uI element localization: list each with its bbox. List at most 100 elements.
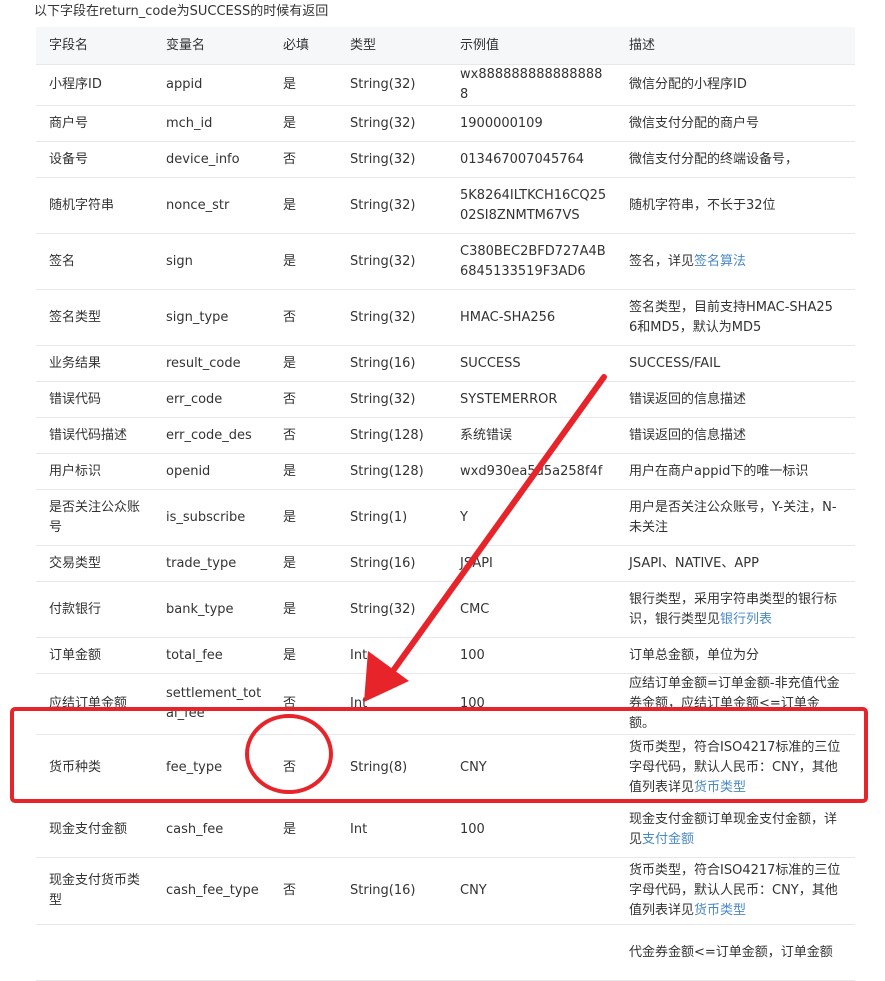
- cell-description: 微信支付分配的商户号: [616, 105, 855, 142]
- table-row: 设备号 device_info 否 String(32) 013467007045764…: [36, 141, 855, 178]
- cell-required: 否: [270, 673, 337, 735]
- cell-type: String(32): [337, 177, 447, 234]
- cell-field-name: 签名类型: [36, 289, 153, 346]
- cell-example: 100: [447, 637, 616, 674]
- cell-required: 是: [270, 801, 337, 858]
- cell-description: 用户是否关注公众账号，Y-关注，N-未关注: [616, 489, 855, 546]
- cell-type: String(32): [337, 141, 447, 178]
- cell-description: 错误返回的信息描述: [616, 417, 855, 454]
- cell-description: 代金券金额<=订单金额，订单金额: [616, 924, 855, 981]
- cell-field-name: 小程序ID: [36, 64, 153, 106]
- cell-example: Y: [447, 489, 616, 546]
- cell-variable-name: bank_type: [153, 581, 270, 638]
- cell-type: Int: [337, 637, 447, 674]
- cell-description: JSAPI、NATIVE、APP: [616, 545, 855, 582]
- table-row: 付款银行 bank_type 是 String(32) CMC 银行类型，采用字符串类型的…: [36, 581, 855, 638]
- cell-required: 是: [270, 105, 337, 142]
- description-text: 错误返回的信息描述: [629, 391, 747, 407]
- header-row: 字段名 变量名 必填 类型 示例值 描述: [36, 27, 855, 65]
- cell-field-name: 是否关注公众账号: [36, 489, 153, 546]
- description-text: JSAPI、NATIVE、APP: [629, 555, 759, 571]
- cell-variable-name: settlement_total_fee: [153, 673, 270, 735]
- table-row: 订单金额 total_fee 是 Int 100 订单总金额，单位为分: [36, 637, 855, 674]
- cell-example: 013467007045764: [447, 141, 616, 178]
- table-row: 货币种类 fee_type 否 String(8) CNY 货币类型，符合ISO4217标…: [36, 734, 855, 802]
- description-link[interactable]: 签名算法: [694, 254, 746, 269]
- cell-required: 是: [270, 545, 337, 582]
- cell-field-name: 现金支付金额: [36, 801, 153, 858]
- cell-variable-name: nonce_str: [153, 177, 270, 234]
- cell-required: 否: [270, 417, 337, 454]
- description-text: 微信支付分配的商户号: [629, 115, 760, 131]
- cell-type: Int: [337, 801, 447, 858]
- cell-required: 否: [270, 857, 337, 925]
- cell-variable-name: trade_type: [153, 545, 270, 582]
- table-row: 现金支付货币类型 cash_fee_type 否 String(16) CNY 货币类型，…: [36, 857, 855, 925]
- cell-example: 系统错误: [447, 417, 616, 454]
- cell-variable-name: sign: [153, 233, 270, 290]
- cell-example: 100: [447, 673, 616, 735]
- description-link[interactable]: 货币类型: [694, 780, 746, 795]
- header-field-name: 字段名: [36, 27, 153, 65]
- table-row: 是否关注公众账号 is_subscribe 是 String(1) Y 用户是否关注公众账…: [36, 489, 855, 546]
- return-fields-table-container: 字段名 变量名 必填 类型 示例值 描述 小程序ID appid 是 String(3…: [36, 27, 855, 981]
- cell-example: HMAC-SHA256: [447, 289, 616, 346]
- cell-field-name: 商户号: [36, 105, 153, 142]
- cell-variable-name: device_info: [153, 141, 270, 178]
- description-link[interactable]: 支付金额: [642, 832, 694, 847]
- cell-required: 是: [270, 637, 337, 674]
- cell-description: 微信支付分配的终端设备号，: [616, 141, 855, 178]
- cell-example: 1900000109: [447, 105, 616, 142]
- cell-description: SUCCESS/FAIL: [616, 345, 855, 382]
- description-text: 随机字符串，不长于32位: [629, 197, 776, 213]
- cell-description: 错误返回的信息描述: [616, 381, 855, 418]
- intro-text: 以下字段在return_code为SUCCESS的时候有返回: [34, 4, 329, 19]
- cell-field-name: 交易类型: [36, 545, 153, 582]
- cell-required: [270, 924, 337, 981]
- cell-example: CMC: [447, 581, 616, 638]
- cell-required: 否: [270, 734, 337, 802]
- cell-field-name: 错误代码: [36, 381, 153, 418]
- cell-example: CNY: [447, 734, 616, 802]
- description-link[interactable]: 货币类型: [694, 903, 746, 918]
- cell-type: String(32): [337, 233, 447, 290]
- cell-required: 否: [270, 141, 337, 178]
- cell-description: 应结订单金额=订单金额-非充值代金券金额，应结订单金额<=订单金额。: [616, 673, 855, 735]
- header-example: 示例值: [447, 27, 616, 65]
- cell-description: 订单总金额，单位为分: [616, 637, 855, 674]
- cell-field-name: 货币种类: [36, 734, 153, 802]
- cell-field-name: 付款银行: [36, 581, 153, 638]
- description-text: 订单总金额，单位为分: [629, 647, 760, 663]
- cell-variable-name: err_code: [153, 381, 270, 418]
- table-body: 小程序ID appid 是 String(32) wx8888888888888888 微…: [36, 64, 855, 981]
- cell-variable-name: total_fee: [153, 637, 270, 674]
- description-text: 用户在商户appid下的唯一标识: [629, 463, 809, 479]
- table-row: 现金支付金额 cash_fee 是 Int 100 现金支付金额订单现金支付金额，详见支付…: [36, 801, 855, 858]
- cell-type: String(32): [337, 105, 447, 142]
- cell-variable-name: cash_fee: [153, 801, 270, 858]
- cell-required: 是: [270, 233, 337, 290]
- header-variable-name: 变量名: [153, 27, 270, 65]
- cell-type: String(1): [337, 489, 447, 546]
- cell-field-name: 业务结果: [36, 345, 153, 382]
- table-row: 业务结果 result_code 是 String(16) SUCCESS SUCCESS…: [36, 345, 855, 382]
- cell-field-name: 签名: [36, 233, 153, 290]
- cell-required: 是: [270, 453, 337, 490]
- cell-type: String(16): [337, 545, 447, 582]
- description-text: 签名，详见: [629, 253, 695, 269]
- cell-example: 100: [447, 801, 616, 858]
- cell-example: [447, 924, 616, 981]
- table-row: 小程序ID appid 是 String(32) wx8888888888888888 微…: [36, 64, 855, 106]
- cell-example: wxd930ea5d5a258f4f: [447, 453, 616, 490]
- cell-description: 货币类型，符合ISO4217标准的三位字母代码，默认人民币：CNY，其他值列表详…: [616, 857, 855, 925]
- cell-description: 签名类型，目前支持HMAC-SHA256和MD5，默认为MD5: [616, 289, 855, 346]
- return-fields-table: 字段名 变量名 必填 类型 示例值 描述 小程序ID appid 是 String(3…: [36, 27, 855, 981]
- description-link[interactable]: 银行列表: [720, 612, 772, 627]
- cell-description: 现金支付金额订单现金支付金额，详见支付金额: [616, 801, 855, 858]
- cell-variable-name: err_code_des: [153, 417, 270, 454]
- cell-type: String(16): [337, 857, 447, 925]
- cell-example: CNY: [447, 857, 616, 925]
- description-text: 代金券金额<=订单金额，订单金额: [629, 944, 833, 960]
- cell-description: 随机字符串，不长于32位: [616, 177, 855, 234]
- description-text: 用户是否关注公众账号，Y-关注，N-未关注: [629, 499, 837, 535]
